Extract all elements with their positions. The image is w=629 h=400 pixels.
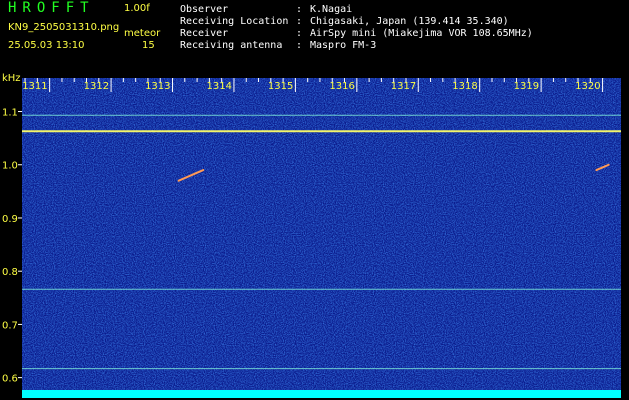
baseline-bar bbox=[22, 390, 621, 398]
y-tick-label: 0.6 bbox=[2, 374, 18, 385]
x-tick-label: 1312 bbox=[84, 81, 109, 92]
x-tick-label: 1314 bbox=[207, 81, 232, 92]
x-tick-label: 1316 bbox=[329, 81, 354, 92]
x-tick-label: 1311 bbox=[22, 81, 47, 92]
x-tick-label: 1317 bbox=[391, 81, 416, 92]
y-tick-label: 1.0 bbox=[2, 161, 18, 172]
y-tick-label: 1.1 bbox=[2, 108, 18, 119]
y-tick-label: 0.7 bbox=[2, 320, 18, 331]
x-tick-label: 1320 bbox=[575, 81, 600, 92]
y-tick-label: 0.8 bbox=[2, 267, 18, 278]
x-tick-label: 1315 bbox=[268, 81, 293, 92]
spectrogram-chart: 1311 1312 1313 1314 1315 1316 1317 1318 1319 1320… bbox=[2, 78, 621, 398]
x-tick-label: 1318 bbox=[452, 81, 477, 92]
x-tick-label: 1319 bbox=[514, 81, 539, 92]
x-tick-label: 1313 bbox=[145, 81, 170, 92]
y-tick-label: 0.9 bbox=[2, 214, 18, 225]
spectrogram-noise bbox=[22, 78, 621, 392]
